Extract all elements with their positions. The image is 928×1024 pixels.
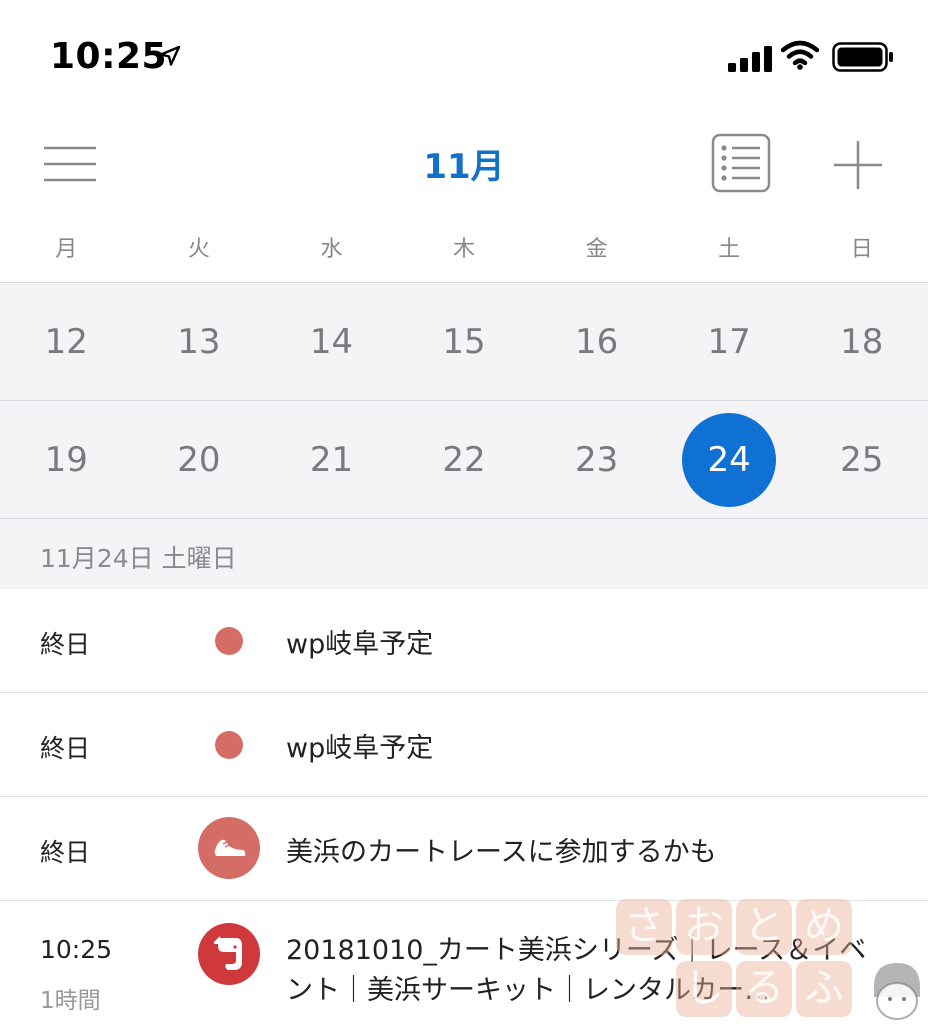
weekday-label: 水: [320, 237, 343, 262]
status-time: 10:25: [50, 36, 168, 77]
calendar-day[interactable]: 20: [133, 401, 266, 518]
battery-icon: [832, 42, 893, 72]
list-view-icon: [711, 133, 771, 193]
event-time: 10:25: [40, 935, 113, 964]
day-number: 21: [309, 439, 354, 480]
day-number: 25: [840, 439, 884, 480]
day-number: 12: [44, 321, 88, 362]
day-number: 16: [574, 321, 619, 362]
calendar-day[interactable]: 14: [265, 283, 398, 400]
event-title: wp岐阜予定: [286, 629, 434, 660]
agenda-date-label: 11月24日 土曜日: [40, 544, 237, 573]
weekday-label: 土: [718, 237, 741, 262]
calendar-day[interactable]: 12: [0, 283, 133, 400]
event-duration: 1時間: [40, 988, 101, 1014]
calendar-day[interactable]: 18: [795, 283, 928, 400]
calendar-day[interactable]: 16: [530, 283, 663, 400]
calendar-week: 12 13 14 15 16 17 18: [0, 282, 928, 400]
evernote-icon: [198, 923, 260, 985]
day-number: 14: [309, 321, 354, 362]
weekday-label: 火: [187, 237, 210, 262]
event-title: wp岐阜予定: [286, 733, 434, 764]
location-arrow-icon: [159, 45, 181, 66]
calendar-day[interactable]: 25: [795, 401, 928, 518]
calendar-color-dot: [215, 731, 243, 759]
calendar-day-selected[interactable]: 24: [663, 401, 796, 518]
event-row[interactable]: 終日 美浜のカートレースに参加するかも: [0, 797, 928, 901]
wifi-icon: [781, 40, 819, 70]
cellular-signal-icon: [728, 46, 772, 72]
day-number: 18: [840, 321, 884, 362]
event-row[interactable]: 終日 wp岐阜予定: [0, 589, 928, 693]
weekday-label: 金: [585, 237, 608, 262]
day-number: 20: [177, 439, 221, 480]
calendar-day[interactable]: 17: [663, 283, 796, 400]
calendar-day[interactable]: 22: [398, 401, 531, 518]
event-time: 終日: [40, 630, 91, 659]
weekday-header: 月 火 水 木 金 土 日: [0, 220, 928, 282]
day-number: 17: [707, 321, 751, 362]
weekday-label: 日: [850, 237, 873, 262]
weekday-label: 月: [55, 237, 78, 262]
weekday-label: 木: [453, 237, 476, 262]
calendar-header: 11月: [0, 115, 928, 210]
day-number: 22: [442, 439, 486, 480]
status-bar: 10:25: [0, 0, 928, 110]
plus-icon: [834, 141, 882, 189]
event-time: 終日: [40, 734, 91, 763]
day-number: 15: [442, 321, 486, 362]
calendar-day[interactable]: 19: [0, 401, 133, 518]
calendar-day[interactable]: 23: [530, 401, 663, 518]
list-view-button[interactable]: [710, 133, 772, 193]
event-title: 美浜のカートレースに参加するかも: [286, 837, 717, 868]
shoe-icon: [198, 817, 260, 879]
day-number: 13: [177, 321, 221, 362]
event-row[interactable]: 終日 wp岐阜予定: [0, 693, 928, 797]
day-number: 23: [574, 439, 619, 480]
selected-day-number: 24: [682, 412, 777, 507]
day-number: 19: [44, 439, 88, 480]
event-row[interactable]: 10:25 1時間 20181010_カート美浜シリーズ｜レース＆イベント｜美浜…: [0, 901, 928, 1024]
agenda-date-heading: 11月24日 土曜日: [0, 519, 928, 589]
event-time: 終日: [40, 838, 91, 867]
calendar-day[interactable]: 13: [133, 283, 266, 400]
add-event-button[interactable]: [830, 137, 886, 193]
calendar-day[interactable]: 15: [398, 283, 531, 400]
calendar-week: 19 20 21 22 23 24 25: [0, 400, 928, 519]
calendar-color-dot: [215, 627, 243, 655]
calendar-day[interactable]: 21: [265, 401, 398, 518]
event-title: 20181010_カート美浜シリーズ｜レース＆イベント｜美浜サーキット｜レンタル…: [286, 935, 867, 1006]
month-title[interactable]: 11月: [0, 139, 928, 188]
